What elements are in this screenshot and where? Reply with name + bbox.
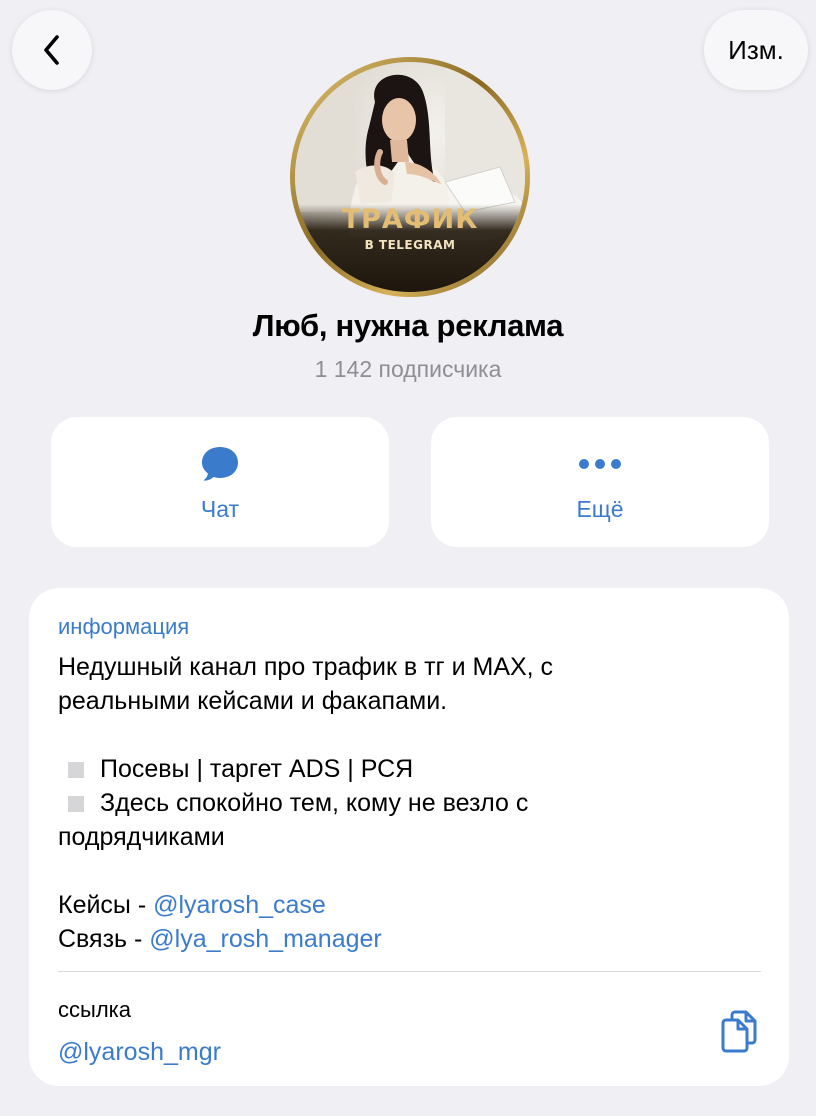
bullet-square-icon — [68, 762, 84, 778]
bullet-text: Посевы | таргет ADS | РСЯ — [100, 755, 414, 783]
more-dots-icon — [579, 458, 621, 469]
contact-line: Связь - @lya_rosh_manager — [58, 922, 758, 956]
more-button-label: Ещё — [576, 495, 624, 522]
avatar-subtitle: В TELEGRAM — [364, 238, 456, 252]
bullet-line: Здесь спокойно тем, кому не везло с — [58, 786, 758, 820]
edit-button-label: Изм. — [728, 34, 784, 65]
edit-button[interactable]: Изм. — [704, 10, 808, 90]
chat-button[interactable]: Чат — [51, 417, 389, 547]
copy-icon[interactable] — [719, 1010, 759, 1054]
contact-mention-link[interactable]: @lya_rosh_manager — [149, 925, 381, 953]
bullet-text: Здесь спокойно тем, кому не везло с — [100, 789, 529, 817]
contact-label: Связь - — [58, 925, 150, 953]
link-label: ссылка — [58, 997, 131, 1022]
back-button[interactable] — [12, 10, 92, 90]
channel-name: Люб, нужна реклама — [252, 308, 564, 343]
bullet-continuation: подрядчиками — [58, 823, 225, 851]
info-card: информация Недушный канал про трафик в т… — [29, 588, 789, 1086]
channel-link[interactable]: @lyarosh_mgr — [58, 1038, 221, 1067]
chevron-left-icon — [44, 35, 59, 65]
cases-label: Кейсы - — [58, 891, 154, 919]
cases-line: Кейсы - @lyarosh_case — [58, 888, 758, 922]
divider — [58, 971, 761, 972]
description-line: Недушный канал про трафик в тг и MAX, с — [58, 653, 554, 681]
bullet-line: Посевы | таргет ADS | РСЯ — [58, 752, 758, 786]
channel-description: Недушный канал про трафик в тг и MAX, с … — [58, 650, 758, 956]
more-button[interactable]: Ещё — [431, 417, 769, 547]
chat-bubble-icon — [202, 446, 238, 481]
description-line: реальными кейсами и факапами. — [58, 687, 448, 715]
chat-button-label: Чат — [200, 495, 240, 522]
bullet-square-icon — [68, 796, 84, 812]
avatar-image: ТРАФИК В TELEGRAM — [295, 62, 525, 292]
info-header: информация — [58, 614, 190, 639]
channel-avatar[interactable]: ТРАФИК В TELEGRAM — [290, 57, 530, 297]
subscriber-count: 1 142 подписчика — [314, 356, 502, 382]
avatar-title: ТРАФИК — [341, 204, 479, 235]
cases-mention-link[interactable]: @lyarosh_case — [153, 891, 326, 919]
